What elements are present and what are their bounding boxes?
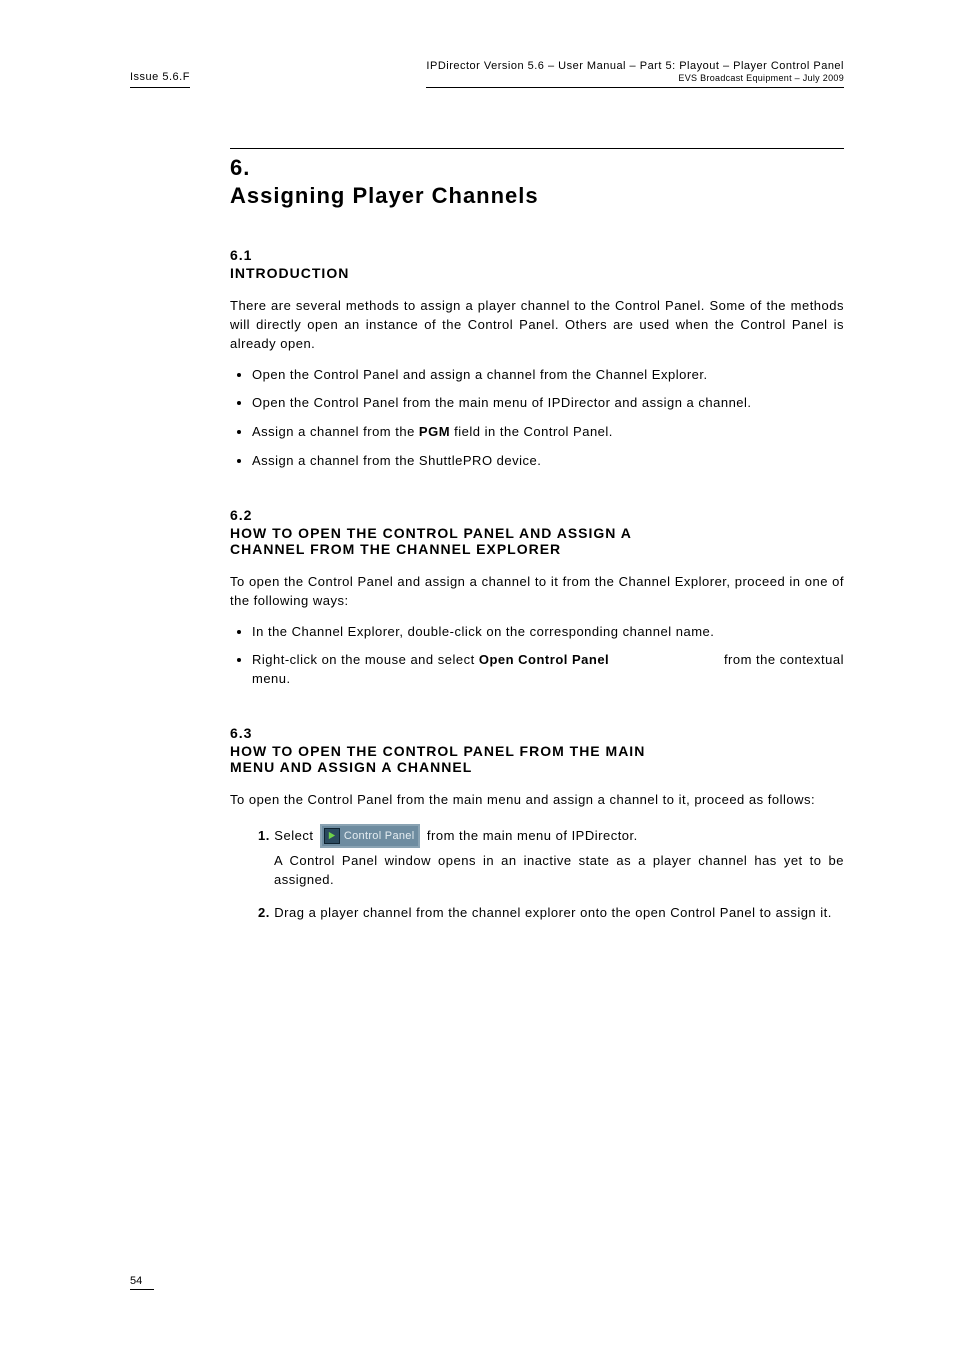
header-left-rule (130, 87, 190, 88)
header-title-line1: IPDirector Version 5.6 – User Manual – P… (426, 60, 844, 72)
header-title-line2: EVS Broadcast Equipment – July 2009 (426, 73, 844, 83)
list-text-bold: PGM (419, 424, 450, 439)
section-title: Assigning Player Channels (230, 183, 844, 209)
header-right-rule (426, 87, 844, 88)
page-header: Issue 5.6.F IPDirector Version 5.6 – Use… (130, 60, 844, 88)
content-area: 6. Assigning Player Channels 6.1 INTRODU… (230, 148, 844, 922)
control-panel-button[interactable]: Control Panel (320, 824, 421, 848)
step-2: 2. Drag a player channel from the channe… (258, 904, 844, 922)
section-top-rule (230, 148, 844, 149)
list-item: Right-click on the mouse and select Open… (252, 651, 844, 689)
list-text-tail: menu. (252, 671, 291, 686)
play-icon (324, 828, 340, 844)
section-number: 6. (230, 155, 844, 181)
list-text-post: field in the Control Panel. (450, 424, 613, 439)
subsection-6-3-title-line2: MENU AND ASSIGN A CHANNEL (230, 759, 844, 775)
header-right-block: IPDirector Version 5.6 – User Manual – P… (426, 60, 844, 88)
list-text-pre: Right-click on the mouse and select (252, 652, 479, 667)
page-number: 54 (130, 1275, 154, 1290)
step-2-text: Drag a player channel from the channel e… (274, 905, 832, 920)
subsection-6-2-title-line1: HOW TO OPEN THE CONTROL PANEL AND ASSIGN… (230, 525, 844, 541)
list-item: Open the Control Panel from the main men… (252, 394, 844, 413)
list-text-pre: Assign a channel from the (252, 424, 419, 439)
step-1-select-word: Select (274, 828, 313, 843)
subsection-6-3-title-line1: HOW TO OPEN THE CONTROL PANEL FROM THE M… (230, 743, 844, 759)
page: Issue 5.6.F IPDirector Version 5.6 – Use… (0, 0, 954, 1350)
subsection-6-2-title-line2: CHANNEL FROM THE CHANNEL EXPLORER (230, 541, 844, 557)
control-panel-button-label: Control Panel (344, 830, 415, 842)
header-issue: Issue 5.6.F (130, 71, 190, 83)
list-text-bold: Open Control Panel (479, 652, 609, 667)
list-text-post: from the contextual (724, 651, 844, 670)
list-item: Open the Control Panel and assign a chan… (252, 366, 844, 385)
list-item: Assign a channel from the ShuttlePRO dev… (252, 452, 844, 471)
subsection-6-3-number: 6.3 (230, 725, 844, 741)
intro-6-1: There are several methods to assign a pl… (230, 297, 844, 354)
intro-6-2: To open the Control Panel and assign a c… (230, 573, 844, 611)
list-item: Assign a channel from the PGM field in t… (252, 423, 844, 442)
step-1-note: A Control Panel window opens in an inact… (274, 852, 844, 890)
subsection-6-1-number: 6.1 (230, 247, 844, 263)
bullet-list-6-2: In the Channel Explorer, double-click on… (230, 623, 844, 690)
step-1-label: 1. (258, 828, 270, 843)
intro-6-3: To open the Control Panel from the main … (230, 791, 844, 810)
step-2-label: 2. (258, 905, 270, 920)
subsection-6-1-title: INTRODUCTION (230, 265, 844, 281)
step-1: 1. Select Control Panel from the main me… (258, 824, 844, 890)
list-item: In the Channel Explorer, double-click on… (252, 623, 844, 642)
bullet-list-6-1: Open the Control Panel and assign a chan… (230, 366, 844, 471)
subsection-6-2-number: 6.2 (230, 507, 844, 523)
step-1-after-button: from the main menu of IPDirector. (427, 828, 638, 843)
header-left-block: Issue 5.6.F (130, 71, 190, 88)
